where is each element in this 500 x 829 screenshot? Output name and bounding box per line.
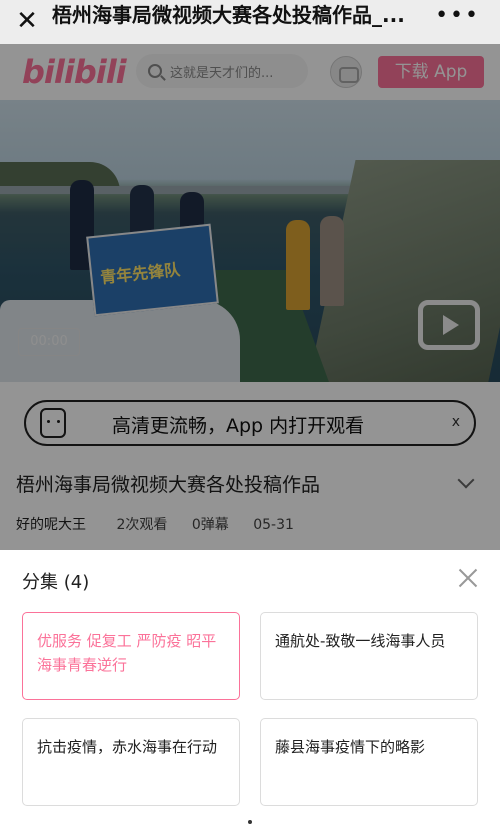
- page-title: 梧州海事局微视频大赛各处投稿作品_...: [52, 3, 405, 27]
- scroll-indicator: [248, 820, 252, 824]
- webview-topbar: ✕ 梧州海事局微视频大赛各处投稿作品_... •••: [0, 0, 500, 44]
- episode-item[interactable]: 通航处-致敬一线海事人员: [260, 612, 478, 700]
- close-icon[interactable]: [458, 568, 478, 588]
- episode-item[interactable]: 优服务 促复工 严防疫 昭平海事青春逆行: [22, 612, 240, 700]
- episode-sheet: 分集 (4) 优服务 促复工 严防疫 昭平海事青春逆行 通航处-致敬一线海事人员…: [0, 550, 500, 829]
- episode-sheet-title: 分集 (4): [22, 572, 90, 593]
- episode-item[interactable]: 藤县海事疫情下的略影: [260, 718, 478, 806]
- episode-item[interactable]: 抗击疫情，赤水海事在行动: [22, 718, 240, 806]
- dim-overlay[interactable]: [0, 44, 500, 550]
- more-icon[interactable]: •••: [435, 3, 480, 28]
- close-icon[interactable]: ✕: [14, 8, 40, 34]
